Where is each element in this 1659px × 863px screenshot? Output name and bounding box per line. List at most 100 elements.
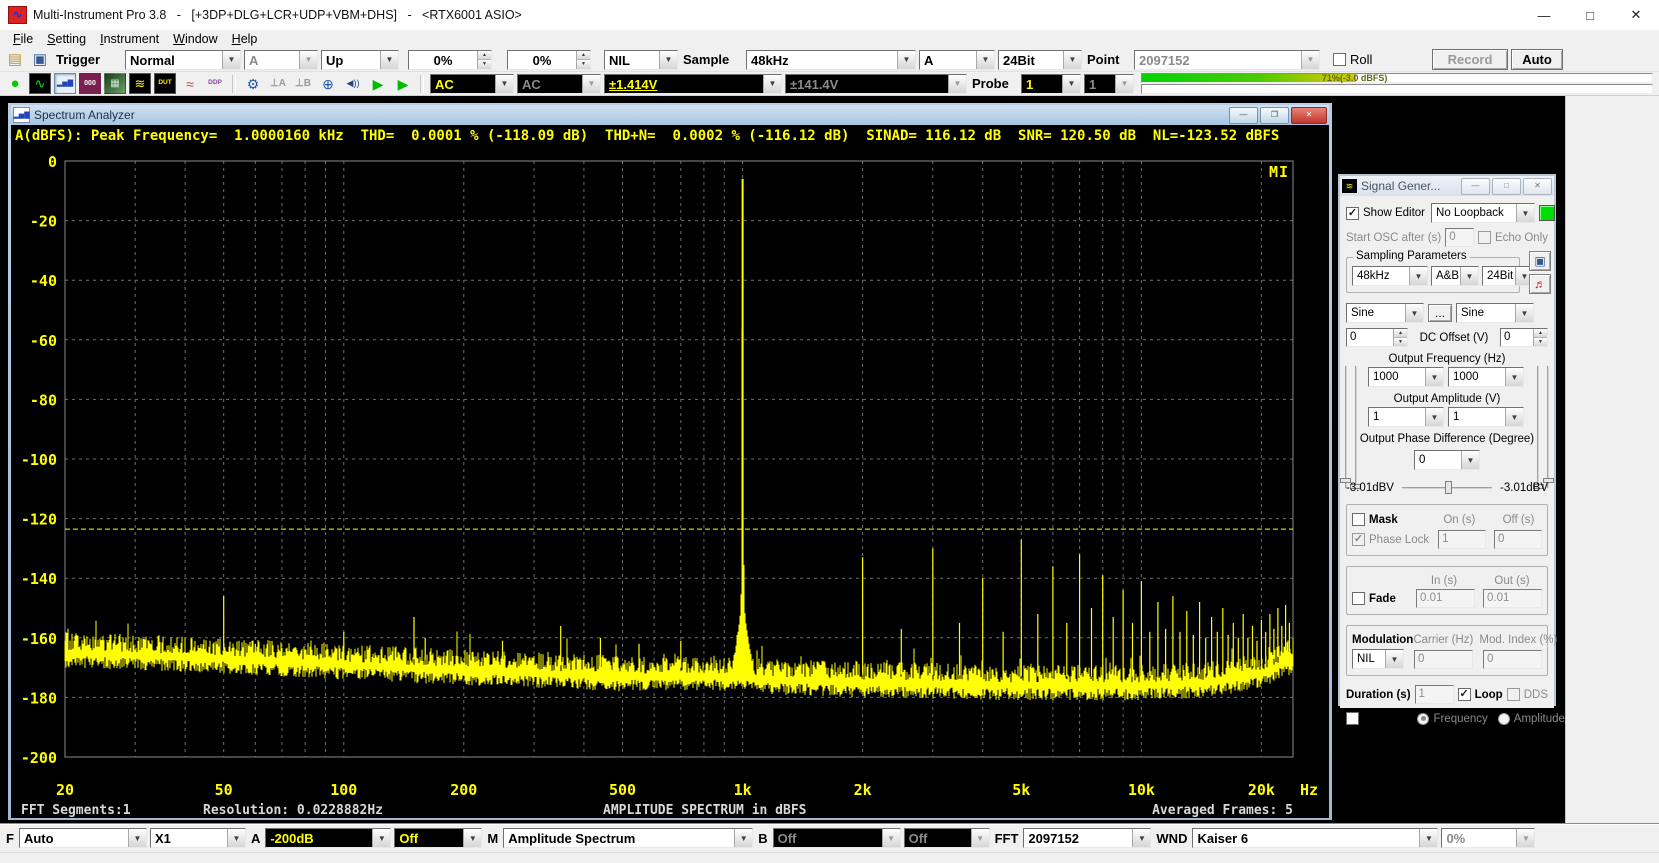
- output-frequency-a-select[interactable]: 1000 ▼: [1368, 367, 1444, 387]
- siggen-on-button[interactable]: [1539, 205, 1555, 221]
- open-icon[interactable]: ▤: [4, 49, 26, 70]
- coupling-a-select[interactable]: AC ▼: [430, 74, 514, 94]
- output-amplitude-b-select[interactable]: 1 ▼: [1448, 407, 1524, 427]
- fade-in-input[interactable]: 0.01: [1416, 589, 1475, 608]
- trigger-level-input[interactable]: 0% ▲▼: [408, 50, 492, 70]
- app-close-button[interactable]: ✕: [1613, 0, 1659, 30]
- app-minimize-button[interactable]: —: [1521, 0, 1567, 30]
- phase-lock-checkbox[interactable]: ✓ Phase Lock: [1352, 533, 1429, 546]
- waveform-a-select[interactable]: Sine ▼: [1346, 303, 1424, 323]
- multimeter-icon[interactable]: 000: [79, 73, 101, 94]
- persistence-a-select[interactable]: Off ▼: [394, 828, 482, 848]
- spectrum-window-titlebar[interactable]: ▂▅▇ Spectrum Analyzer — ❐ ✕: [11, 105, 1329, 125]
- fade-checkbox[interactable]: Fade: [1352, 592, 1416, 605]
- signal-generator-icon[interactable]: ∿: [29, 73, 51, 94]
- run-icon[interactable]: ▶: [367, 73, 389, 94]
- show-editor-checkbox[interactable]: ✓ Show Editor: [1346, 207, 1425, 220]
- fft-size-select[interactable]: 2097152 ▼: [1023, 828, 1151, 848]
- loop-checkbox[interactable]: ✓ Loop: [1458, 688, 1503, 701]
- window-function-select[interactable]: Kaiser 6 ▼: [1192, 828, 1438, 848]
- overlap-select[interactable]: 0% ▼: [1441, 828, 1535, 848]
- siggen-maximize-button[interactable]: □: [1492, 178, 1521, 195]
- spectrum-restore-button[interactable]: ❐: [1260, 107, 1289, 124]
- siggen-minimize-button[interactable]: —: [1461, 178, 1490, 195]
- waveform-b-select[interactable]: Sine ▼: [1456, 303, 1534, 323]
- mask-checkbox[interactable]: Mask: [1352, 513, 1398, 526]
- trigger-edge-select[interactable]: Up ▼: [321, 50, 399, 70]
- probe-b-select[interactable]: 1 ▼: [1084, 74, 1134, 94]
- sweep-checkbox[interactable]: Sweep: [1346, 712, 1399, 725]
- mask-off-input[interactable]: 0: [1494, 530, 1542, 549]
- balance-slider-handle[interactable]: [1445, 481, 1452, 494]
- bit-depth-select[interactable]: 24Bit ▼: [998, 50, 1082, 70]
- level-slider-b-left[interactable]: [1355, 366, 1357, 488]
- device-test-plan-icon[interactable]: ⚙: [242, 73, 264, 94]
- coupling-b-select[interactable]: AC ▼: [517, 74, 601, 94]
- siggen-close-button[interactable]: ✕: [1523, 178, 1552, 195]
- range-display-b-select[interactable]: Off ▼: [773, 828, 901, 848]
- trigger-source-select[interactable]: A ▼: [244, 50, 318, 70]
- menu-item-setting[interactable]: Setting: [40, 32, 93, 46]
- ddp-viewer-icon[interactable]: DDP: [204, 73, 226, 94]
- output-frequency-b-select[interactable]: 1000 ▼: [1448, 367, 1524, 387]
- probe-a-icon[interactable]: ⊥A: [267, 73, 289, 94]
- dds-checkbox[interactable]: DDS: [1507, 688, 1548, 701]
- level-slider-b-right[interactable]: [1537, 366, 1539, 488]
- spectrum-plot[interactable]: 0-20-40-60-80-100-120-140-160-180-200205…: [11, 147, 1329, 800]
- mod-index-input[interactable]: 0: [1483, 650, 1542, 669]
- sweep-amplitude-radio[interactable]: Amplitude: [1498, 713, 1565, 725]
- spectrum-analyzer-icon[interactable]: ▂▅▇: [54, 73, 76, 94]
- carrier-input[interactable]: 0: [1414, 650, 1473, 669]
- sampling-rate-select[interactable]: 48kHz ▼: [746, 50, 916, 70]
- menu-item-instrument[interactable]: Instrument: [93, 32, 166, 46]
- dut-icon[interactable]: DUT: [154, 73, 176, 94]
- balance-slider[interactable]: [1402, 487, 1492, 489]
- fade-out-input[interactable]: 0.01: [1483, 589, 1542, 608]
- siggen-sampling-rate-select[interactable]: 48kHz ▼: [1352, 266, 1428, 286]
- modulation-select[interactable]: NIL ▼: [1352, 649, 1404, 669]
- siggen-music-note-icon[interactable]: ♬: [1529, 274, 1551, 294]
- probe-b-icon[interactable]: ⊥B: [292, 73, 314, 94]
- range-display-a-select[interactable]: -200dB ▼: [265, 828, 391, 848]
- duration-input[interactable]: 1: [1415, 685, 1454, 704]
- dc-offset-a-input[interactable]: 0 ▲▼: [1346, 328, 1408, 347]
- persistence-b-select[interactable]: Off ▼: [904, 828, 990, 848]
- calibration-icon[interactable]: ⊕: [317, 73, 339, 94]
- frequency-axis-select[interactable]: Auto ▼: [19, 828, 147, 848]
- menu-item-help[interactable]: Help: [225, 32, 265, 46]
- probe-a-select[interactable]: 1 ▼: [1021, 74, 1081, 94]
- menu-item-file[interactable]: File: [6, 32, 40, 46]
- siggen-save-icon[interactable]: ▣: [1529, 251, 1551, 271]
- menu-item-window[interactable]: Window: [166, 32, 224, 46]
- output-amplitude-a-select[interactable]: 1 ▼: [1368, 407, 1444, 427]
- trigger-rejection-select[interactable]: NIL ▼: [604, 50, 678, 70]
- range-a-select[interactable]: ±1.414V ▼: [604, 74, 782, 94]
- app-titlebar[interactable]: ∿ Multi-Instrument Pro 3.8 - [+3DP+DLG+L…: [0, 0, 1659, 31]
- level-slider-a-left[interactable]: [1345, 366, 1347, 488]
- siggen-bits-select[interactable]: 24Bit ▼: [1482, 266, 1534, 286]
- run-single-icon[interactable]: ▶: [392, 73, 414, 94]
- siggen-channels-select[interactable]: A&B ▼: [1431, 266, 1479, 286]
- trigger-mode-select[interactable]: Normal ▼: [125, 50, 241, 70]
- start-osc-input[interactable]: 0: [1445, 228, 1474, 247]
- sweep-frequency-radio[interactable]: Frequency: [1417, 713, 1487, 725]
- oscilloscope-icon[interactable]: ●: [4, 73, 26, 94]
- output-phase-select[interactable]: 0 ▼: [1414, 450, 1480, 470]
- level-slider-a-right[interactable]: [1547, 366, 1549, 488]
- record-length-select[interactable]: 2097152 ▼: [1134, 50, 1320, 70]
- auto-button[interactable]: Auto: [1511, 49, 1563, 70]
- loopback-select[interactable]: No Loopback ▼: [1431, 203, 1535, 223]
- speaker-icon[interactable]: ◀)): [342, 73, 364, 94]
- spectrum-minimize-button[interactable]: —: [1229, 107, 1258, 124]
- range-b-select[interactable]: ±141.4V ▼: [785, 74, 967, 94]
- waveform-more-button[interactable]: ...: [1428, 304, 1452, 322]
- spectrum-close-button[interactable]: ✕: [1291, 107, 1327, 124]
- mask-on-input[interactable]: 1: [1438, 530, 1486, 549]
- mode-select[interactable]: Amplitude Spectrum ▼: [503, 828, 753, 848]
- spectrum-3d-plot-icon[interactable]: ▦: [104, 73, 126, 94]
- echo-only-checkbox[interactable]: Echo Only: [1478, 231, 1548, 244]
- derived-data-icon[interactable]: ≈: [179, 73, 201, 94]
- sampling-channel-select[interactable]: A ▼: [919, 50, 995, 70]
- roll-checkbox[interactable]: Roll: [1333, 52, 1372, 67]
- dc-offset-b-input[interactable]: 0 ▲▼: [1500, 328, 1548, 347]
